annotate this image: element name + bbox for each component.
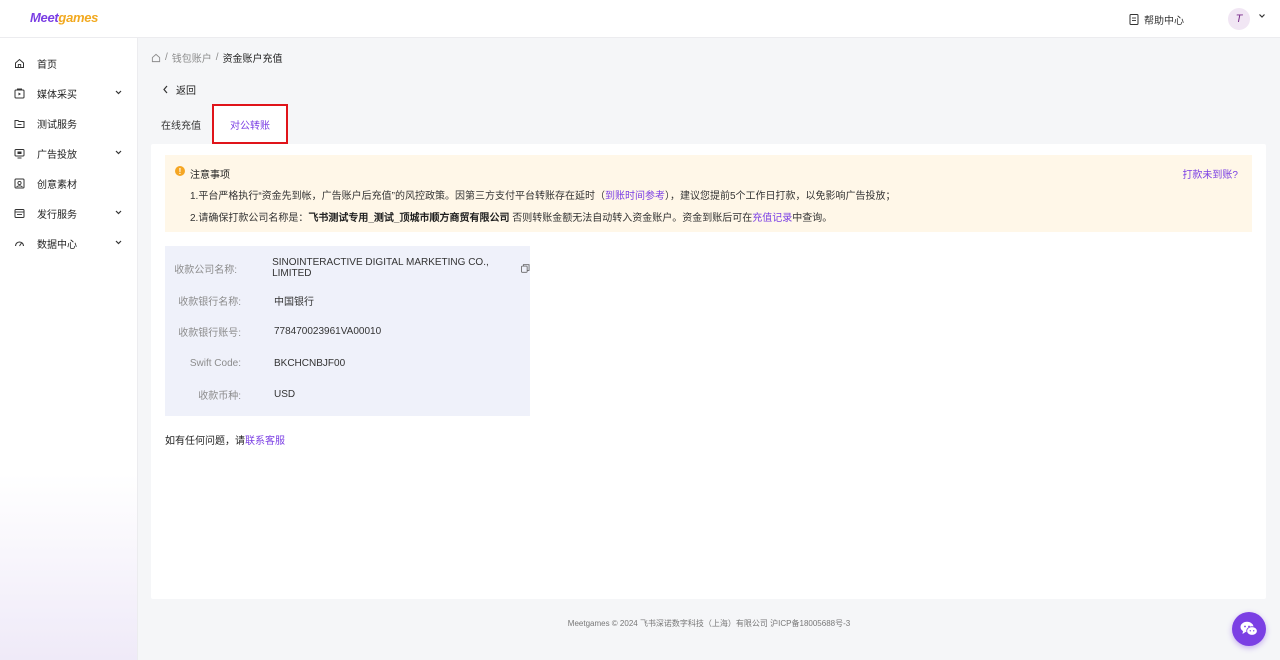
chevron-down-icon — [115, 210, 122, 215]
swift-code-value: BKCHCNBJF00 — [274, 357, 346, 369]
account-number-label: 收款银行账号: — [178, 327, 241, 339]
chevron-left-icon — [163, 85, 168, 94]
folder-icon — [14, 118, 25, 129]
help-center-label: 帮助中心 — [1144, 16, 1184, 27]
contact-support-text: 如有任何问题，请联系客服 — [165, 436, 285, 447]
wechat-icon — [1240, 621, 1258, 636]
notice-line-1: 1.平台严格执行“资金先到帐，广告账户后充值”的风控政策。因第三方支付平台转账存… — [190, 191, 896, 202]
media-icon — [14, 88, 25, 99]
sidebar-item-home[interactable]: 首页 — [0, 51, 137, 75]
help-center-button[interactable]: 帮助中心 — [1129, 12, 1184, 27]
app-logo[interactable]: Meetgames — [30, 10, 98, 25]
chevron-down-icon[interactable] — [1258, 12, 1266, 20]
bank-info-row: 收款币种: USD — [165, 386, 530, 402]
home-icon[interactable] — [151, 53, 161, 63]
back-label: 返回 — [176, 86, 196, 97]
currency-value: USD — [274, 388, 296, 400]
bank-name-label: 收款银行名称: — [178, 296, 241, 308]
payee-company-label: 收款公司名称: — [174, 264, 238, 276]
tab-online-recharge[interactable]: 在线充值 — [151, 104, 211, 144]
account-number-value: 778470023961VA00010 — [274, 325, 382, 337]
chevron-down-icon — [115, 90, 122, 95]
chevron-down-icon — [115, 150, 122, 155]
home-icon — [14, 58, 25, 69]
sidebar-item-label: 测试服务 — [37, 119, 77, 131]
sidebar-item-publishing[interactable]: 发行服务 — [0, 201, 137, 225]
currency-label: 收款币种: — [198, 390, 241, 402]
swift-code-label: Swift Code: — [189, 357, 241, 369]
dashboard-icon — [14, 238, 25, 249]
contact-support-link[interactable]: 联系客服 — [245, 436, 285, 447]
sidebar-item-media[interactable]: 媒体采买 — [0, 81, 137, 105]
payment-not-received-link[interactable]: 打款未到账? — [1182, 166, 1238, 181]
warning-icon: ! — [175, 166, 185, 176]
avatar[interactable]: T — [1228, 8, 1250, 30]
sidebar-item-label: 创意素材 — [37, 179, 77, 191]
copy-icon[interactable] — [521, 263, 530, 273]
chevron-down-icon — [115, 240, 122, 245]
transfer-card: ! 注意事项 打款未到账? 1.平台严格执行“资金先到帐，广告账户后充值”的风控… — [151, 144, 1266, 599]
breadcrumb-item-current: 资金账户充值 — [222, 54, 283, 65]
payee-company-value: SINOINTERACTIVE DIGITAL MARKETING CO., L… — [272, 257, 530, 279]
image-icon — [14, 178, 25, 189]
bank-info-row: Swift Code: BKCHCNBJF00 — [165, 355, 530, 371]
publish-icon — [14, 208, 25, 219]
breadcrumb: / 钱包账户 / 资金账户充值 — [151, 50, 283, 65]
tab-bar: 在线充值 对公转账 — [151, 104, 1266, 144]
notice-title: 注意事项 — [190, 170, 230, 181]
monitor-icon — [14, 148, 25, 159]
breadcrumb-item-wallet[interactable]: 钱包账户 — [172, 50, 212, 65]
bank-name-value: 中国银行 — [274, 296, 314, 308]
bank-info-panel: 收款公司名称: SINOINTERACTIVE DIGITAL MARKETIN… — [165, 246, 530, 416]
sidebar-item-creative[interactable]: 创意素材 — [0, 171, 137, 195]
sidebar-item-data-center[interactable]: 数据中心 — [0, 231, 137, 255]
tab-corporate-transfer[interactable]: 对公转账 — [212, 104, 288, 144]
back-button[interactable]: 返回 — [162, 82, 196, 97]
notice-line-2: 2.请确保打款公司名称是：飞书测试专用_测试_顶城市顺方商贸有限公司 否则转账金… — [190, 213, 833, 224]
bank-info-row: 收款银行账号: 778470023961VA00010 — [165, 323, 530, 339]
sidebar-item-label: 发行服务 — [37, 209, 77, 221]
sidebar-item-label: 媒体采买 — [37, 89, 77, 101]
sidebar-item-label: 首页 — [37, 59, 57, 71]
sidebar-item-label: 数据中心 — [37, 239, 77, 251]
sidebar-item-testing[interactable]: 测试服务 — [0, 111, 137, 135]
sidebar: 首页 媒体采买 测试服务 广告投放 创意素材 发行服务 数据中心 — [0, 38, 138, 660]
notice-panel: ! 注意事项 打款未到账? 1.平台严格执行“资金先到帐，广告账户后充值”的风控… — [165, 155, 1252, 232]
bank-info-row: 收款银行名称: 中国银行 — [165, 292, 530, 308]
top-bar: Meetgames 帮助中心 T — [0, 0, 1280, 38]
recharge-records-link[interactable]: 充值记录 — [752, 213, 792, 224]
sidebar-item-label: 广告投放 — [37, 149, 77, 161]
sidebar-item-ads[interactable]: 广告投放 — [0, 141, 137, 165]
company-name-highlight: 飞书测试专用_测试_顶城市顺方商贸有限公司 — [308, 213, 510, 224]
document-icon — [1129, 14, 1139, 25]
arrival-time-link[interactable]: 到账时间参考 — [605, 191, 665, 202]
bank-info-row: 收款公司名称: SINOINTERACTIVE DIGITAL MARKETIN… — [165, 257, 530, 279]
footer: Meetgames © 2024 飞书深诺数字科技（上海）有限公司 沪ICP备1… — [567, 619, 851, 628]
wechat-chat-button[interactable] — [1232, 612, 1266, 646]
